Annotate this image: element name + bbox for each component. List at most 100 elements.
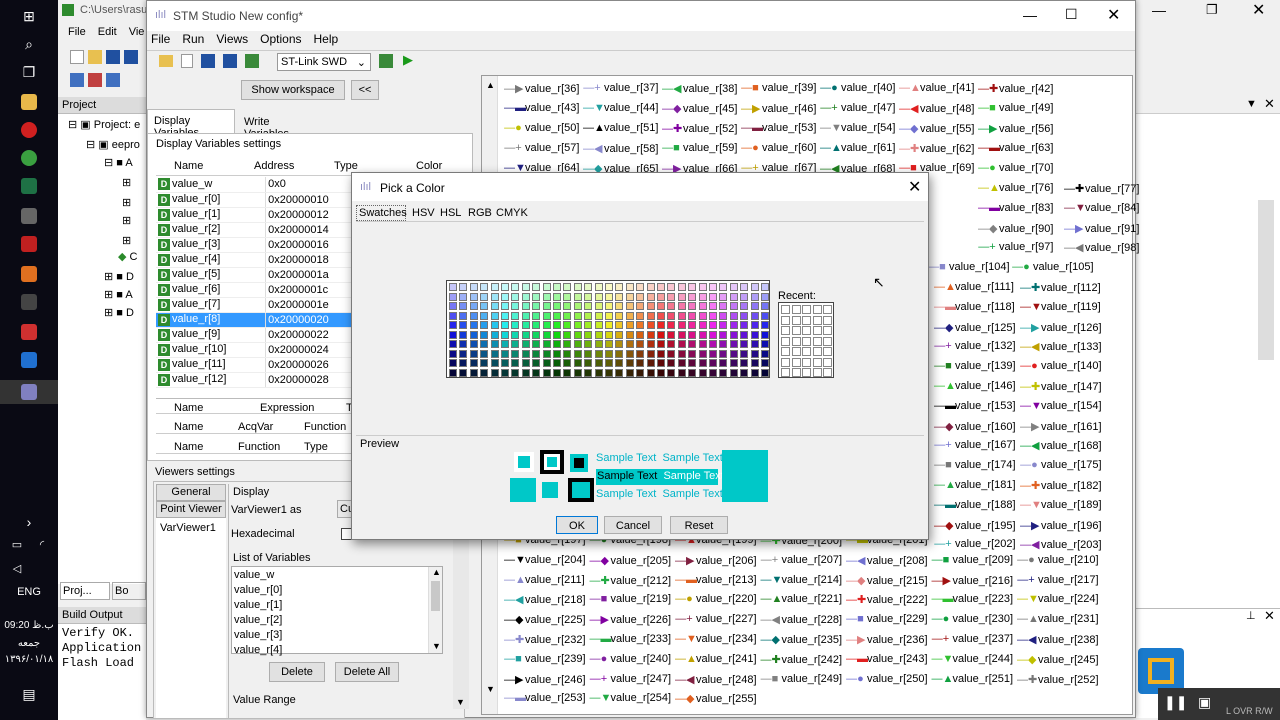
color-swatch[interactable] [449,311,457,320]
shield-icon[interactable] [17,348,41,372]
recent-swatch[interactable] [791,347,801,356]
recent-swatch[interactable] [791,326,801,335]
col-name[interactable]: Name [174,402,203,414]
color-swatch[interactable] [511,311,520,320]
color-swatch[interactable] [469,359,478,367]
color-swatch[interactable] [688,330,697,339]
color-swatch[interactable] [480,330,489,339]
legend-item[interactable]: —▲value_r[221] [761,593,843,605]
legend-item[interactable]: —+ value_r[237] [932,633,1013,645]
color-swatch[interactable] [636,283,645,291]
color-swatch[interactable] [657,330,665,339]
app-red-icon[interactable] [17,232,41,256]
legend-item[interactable]: —+ value_r[57] [504,142,579,154]
color-swatch[interactable] [480,302,489,310]
legend-item[interactable]: —▬value_r[153] [934,400,1016,412]
config-icon[interactable] [379,54,393,68]
color-swatch[interactable] [573,340,582,348]
recent-swatch[interactable] [781,347,790,356]
color-swatch[interactable] [469,283,478,291]
legend-item[interactable]: —▶ value_r[216] [932,574,1014,587]
color-swatch[interactable] [459,368,468,377]
color-swatch[interactable] [469,340,478,348]
color-swatch[interactable] [469,292,478,301]
legend-item[interactable]: —● value_r[70] [978,162,1053,174]
legend-item[interactable]: —◀ value_r[218] [504,593,586,606]
recent-swatch[interactable] [791,357,801,367]
pause-icon[interactable]: ❚❚ [1164,694,1187,711]
color-swatch[interactable] [584,311,593,320]
color-swatch[interactable] [573,283,582,291]
color-swatch[interactable] [573,368,582,377]
color-swatch[interactable] [584,321,593,329]
color-swatch[interactable] [594,330,603,339]
color-swatch[interactable] [709,283,717,291]
col-address[interactable]: Address [254,160,294,172]
color-swatch[interactable] [625,349,634,358]
chrome-icon[interactable] [17,146,41,170]
color-swatch[interactable] [698,321,707,329]
color-swatch[interactable] [521,321,530,329]
color-swatch[interactable] [688,368,697,377]
color-swatch[interactable] [719,359,728,367]
legend-item[interactable]: —+ value_r[47] [820,102,895,114]
color-swatch[interactable] [490,330,499,339]
color-swatch[interactable] [469,349,478,358]
legend-item[interactable]: —◀ value_r[238] [1017,633,1099,646]
legend-item[interactable]: —✚value_r[232] [504,633,586,646]
pip-icon[interactable]: ▣ [1198,694,1211,711]
tree-folder[interactable]: ⊞ ■ D [104,270,134,283]
ide-menu-view[interactable]: Vie [129,26,145,38]
legend-item[interactable]: —+ value_r[202] [934,538,1015,550]
legend-item[interactable]: —■ value_r[229] [846,613,927,625]
color-swatch[interactable] [625,321,634,329]
color-swatch[interactable] [605,349,613,358]
legend-item[interactable]: —+ value_r[227] [675,613,756,625]
color-swatch[interactable] [688,359,697,367]
legend-item[interactable]: —● value_r[40] [820,82,895,94]
color-swatch[interactable] [625,368,634,377]
legend-item[interactable]: —● value_r[220] [675,593,756,605]
legend-item[interactable]: —◆ value_r[160] [934,420,1016,433]
color-swatch[interactable] [469,302,478,310]
color-swatch[interactable] [646,302,655,310]
color-swatch[interactable] [573,302,582,310]
color-swatch[interactable] [584,359,593,367]
color-swatch[interactable] [553,349,561,358]
tree-file[interactable]: ⊞ [122,196,131,209]
color-swatch[interactable] [615,330,624,339]
color-swatch[interactable] [573,359,582,367]
color-swatch[interactable] [750,359,759,367]
color-swatch[interactable] [750,311,759,320]
col-type[interactable]: Type [304,441,328,453]
color-swatch[interactable] [636,340,645,348]
color-swatch[interactable] [761,330,769,339]
color-swatch[interactable] [594,340,603,348]
legend-item[interactable]: —■ value_r[49] [978,102,1053,114]
recent-swatch[interactable] [812,326,822,335]
color-swatch[interactable] [449,321,457,329]
save-icon[interactable] [106,50,120,64]
legend-item[interactable]: —✚value_r[147] [1020,380,1102,393]
tab-varviewer1[interactable]: VarViewer1 [156,518,226,718]
new-icon[interactable] [181,54,193,68]
color-swatch[interactable] [553,321,561,329]
color-swatch[interactable] [532,302,541,310]
legend-item[interactable]: —■ value_r[209] [932,554,1013,566]
color-swatch[interactable] [459,359,468,367]
color-swatch[interactable] [542,359,551,367]
color-swatch[interactable] [573,349,582,358]
search-icon[interactable]: ⌕ [17,32,41,56]
legend-item[interactable]: —● value_r[60] [741,142,816,154]
legend-item[interactable]: —▲value_r[146] [934,380,1016,392]
color-swatch[interactable] [719,292,728,301]
color-swatch[interactable] [698,349,707,358]
color-swatch[interactable] [521,292,530,301]
legend-item[interactable]: —▼value_r[224] [1017,593,1099,605]
color-swatch[interactable] [636,368,645,377]
save-icon[interactable] [201,54,215,68]
color-swatch[interactable] [657,283,665,291]
legend-item[interactable]: —● value_r[210] [1017,554,1098,566]
color-swatch[interactable] [449,330,457,339]
color-swatch[interactable] [719,283,728,291]
